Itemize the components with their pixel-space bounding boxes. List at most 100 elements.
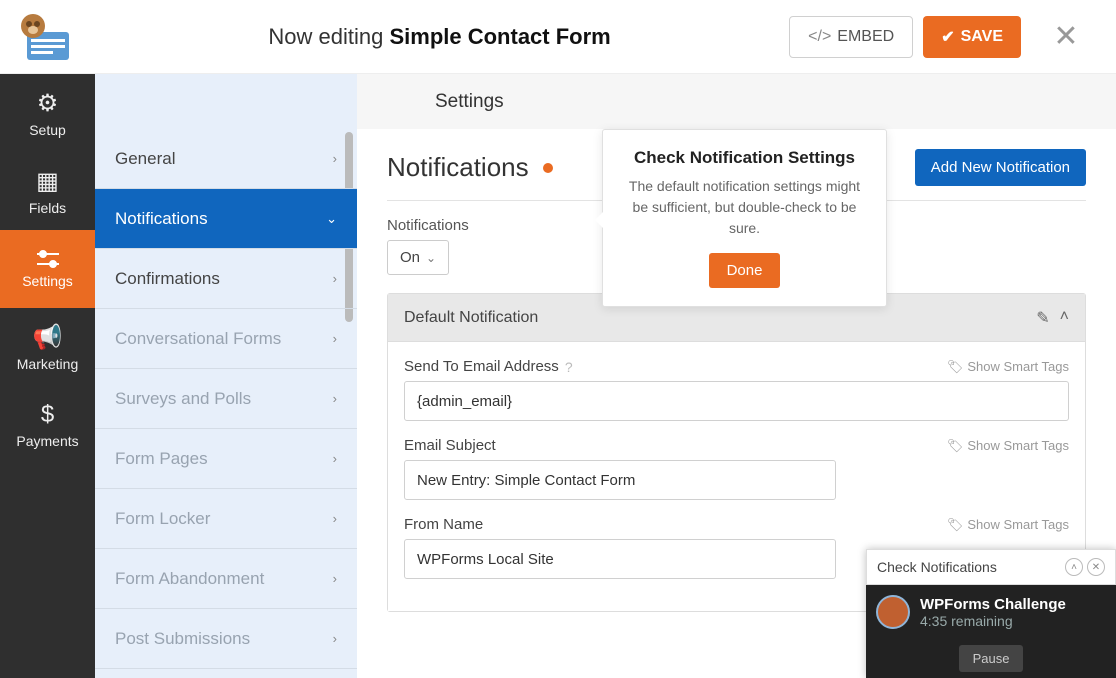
chevron-right-icon: › <box>333 571 337 586</box>
field-subject: Email Subject 🏷Show Smart Tags <box>404 437 1069 500</box>
dollar-icon: $ <box>41 401 54 429</box>
nav-settings[interactable]: Settings <box>0 230 95 308</box>
save-button[interactable]: ✔ SAVE <box>923 16 1021 58</box>
sliders-icon <box>35 249 61 269</box>
bullhorn-icon: 📢 <box>33 323 63 352</box>
send-to-input[interactable] <box>404 381 1069 421</box>
chevron-right-icon: › <box>333 151 337 166</box>
from-label: From Name <box>404 516 483 533</box>
add-notification-button[interactable]: Add New Notification <box>915 149 1086 186</box>
tag-icon: 🏷 <box>947 438 964 454</box>
popover-body: The default notification settings might … <box>621 176 868 239</box>
smart-tags-label2: Show Smart Tags <box>967 438 1069 453</box>
check-icon: ✔ <box>941 27 954 47</box>
sidebar-item-surveys[interactable]: Surveys and Polls › <box>95 369 357 429</box>
tag-icon: 🏷 <box>947 359 964 375</box>
side-ab-label: Form Abandonment <box>115 569 264 589</box>
edit-icon[interactable]: ✎ <box>1036 308 1049 328</box>
popover-arrow <box>595 212 603 228</box>
from-input[interactable] <box>404 539 836 579</box>
chevron-right-icon: › <box>333 511 337 526</box>
gear-icon: ⚙ <box>37 89 59 118</box>
settings-sidebar: General › Notifications ⌄ Confirmations › C… <box>95 74 357 678</box>
smart-tags-label3: Show Smart Tags <box>967 517 1069 532</box>
panel-title: Default Notification <box>404 309 538 327</box>
sidebar-item-confirmations[interactable]: Confirmations › <box>95 249 357 309</box>
sidebar-item-conversational[interactable]: Conversational Forms › <box>95 309 357 369</box>
chevron-right-icon: › <box>333 331 337 346</box>
embed-label: EMBED <box>837 28 894 46</box>
section-title: Notifications <box>387 152 553 183</box>
field-send-to: Send To Email Address? 🏷Show Smart Tags <box>404 358 1069 421</box>
challenge-widget: Check Notifications ˄ ✕ WPForms Challeng… <box>866 549 1116 678</box>
close-button[interactable]: ✕ <box>1087 558 1105 576</box>
nav-rail: ⚙ Setup ▦Fields Settings 📢 Marketing $ Paym… <box>0 74 95 678</box>
chevron-right-icon: › <box>333 391 337 406</box>
send-to-label: Send To Email Address <box>404 358 559 375</box>
app-logo <box>0 0 90 74</box>
chevron-right-icon: › <box>333 271 337 286</box>
side-fp-label: Form Pages <box>115 449 208 469</box>
nav-marketing-label: Marketing <box>17 356 78 372</box>
challenge-header-text: Check Notifications <box>877 559 997 575</box>
help-icon[interactable]: ? <box>565 359 573 375</box>
side-survey-label: Surveys and Polls <box>115 389 251 409</box>
wpforms-logo-icon <box>15 12 75 62</box>
nav-settings-label: Settings <box>22 273 73 289</box>
side-fl-label: Form Locker <box>115 509 210 529</box>
challenge-title: WPForms Challenge <box>920 596 1066 613</box>
nav-fields-label: Fields <box>29 200 66 216</box>
collapse-icon[interactable]: ˄ <box>1060 308 1069 328</box>
minimize-button[interactable]: ˄ <box>1065 558 1083 576</box>
challenge-time: 4:35 remaining <box>920 613 1066 629</box>
sidebar-item-notifications[interactable]: Notifications ⌄ <box>95 189 357 249</box>
section-title-text: Notifications <box>387 152 529 183</box>
challenge-header: Check Notifications ˄ ✕ <box>866 549 1116 585</box>
form-name: Simple Contact Form <box>389 24 610 49</box>
challenge-footer: Pause <box>866 639 1116 678</box>
code-icon: </> <box>808 28 831 46</box>
pause-button[interactable]: Pause <box>959 645 1024 672</box>
notification-popover: Check Notification Settings The default … <box>602 129 887 307</box>
chevron-right-icon: › <box>333 631 337 646</box>
save-label: SAVE <box>961 28 1003 46</box>
top-bar: Now editing Simple Contact Form </> EMBE… <box>0 0 1116 74</box>
toggle-value: On <box>400 249 420 266</box>
sidebar-item-formlocker[interactable]: Form Locker › <box>95 489 357 549</box>
editing-prefix: Now editing <box>268 24 389 49</box>
smart-tags-label: Show Smart Tags <box>967 359 1069 374</box>
side-notif-label: Notifications <box>115 209 208 229</box>
embed-button[interactable]: </> EMBED <box>789 16 913 58</box>
sidebar-item-abandonment[interactable]: Form Abandonment › <box>95 549 357 609</box>
sidebar-item-postsub[interactable]: Post Submissions › <box>95 609 357 669</box>
nav-marketing[interactable]: 📢 Marketing <box>0 308 95 386</box>
popover-title: Check Notification Settings <box>621 148 868 168</box>
nav-fields[interactable]: ▦Fields <box>0 152 95 230</box>
sidebar-item-formpages[interactable]: Form Pages › <box>95 429 357 489</box>
smart-tags-link[interactable]: 🏷Show Smart Tags <box>947 438 1069 454</box>
nav-setup-label: Setup <box>29 122 66 138</box>
popover-done-button[interactable]: Done <box>709 253 781 288</box>
smart-tags-link[interactable]: 🏷Show Smart Tags <box>947 517 1069 533</box>
status-dot-icon <box>543 163 553 173</box>
chevron-down-icon: ⌄ <box>326 211 337 227</box>
chevron-down-icon: ⌄ <box>426 251 436 265</box>
side-ps-label: Post Submissions <box>115 629 250 649</box>
challenge-body: WPForms Challenge 4:35 remaining <box>866 585 1116 639</box>
side-general-label: General <box>115 149 175 169</box>
nav-payments[interactable]: $ Payments <box>0 386 95 464</box>
nav-setup[interactable]: ⚙ Setup <box>0 74 95 152</box>
subject-input[interactable] <box>404 460 836 500</box>
side-conv-label: Conversational Forms <box>115 329 281 349</box>
nav-payments-label: Payments <box>16 433 78 449</box>
chevron-right-icon: › <box>333 451 337 466</box>
tag-icon: 🏷 <box>947 517 964 533</box>
avatar-icon <box>876 595 910 629</box>
subject-label: Email Subject <box>404 437 496 454</box>
side-conf-label: Confirmations <box>115 269 220 289</box>
sidebar-item-general[interactable]: General › <box>95 129 357 189</box>
close-builder-button[interactable]: ✕ <box>1036 19 1096 54</box>
notifications-toggle-select[interactable]: On ⌄ <box>387 240 449 275</box>
page-title: Now editing Simple Contact Form <box>90 24 789 50</box>
smart-tags-link[interactable]: 🏷Show Smart Tags <box>947 359 1069 375</box>
